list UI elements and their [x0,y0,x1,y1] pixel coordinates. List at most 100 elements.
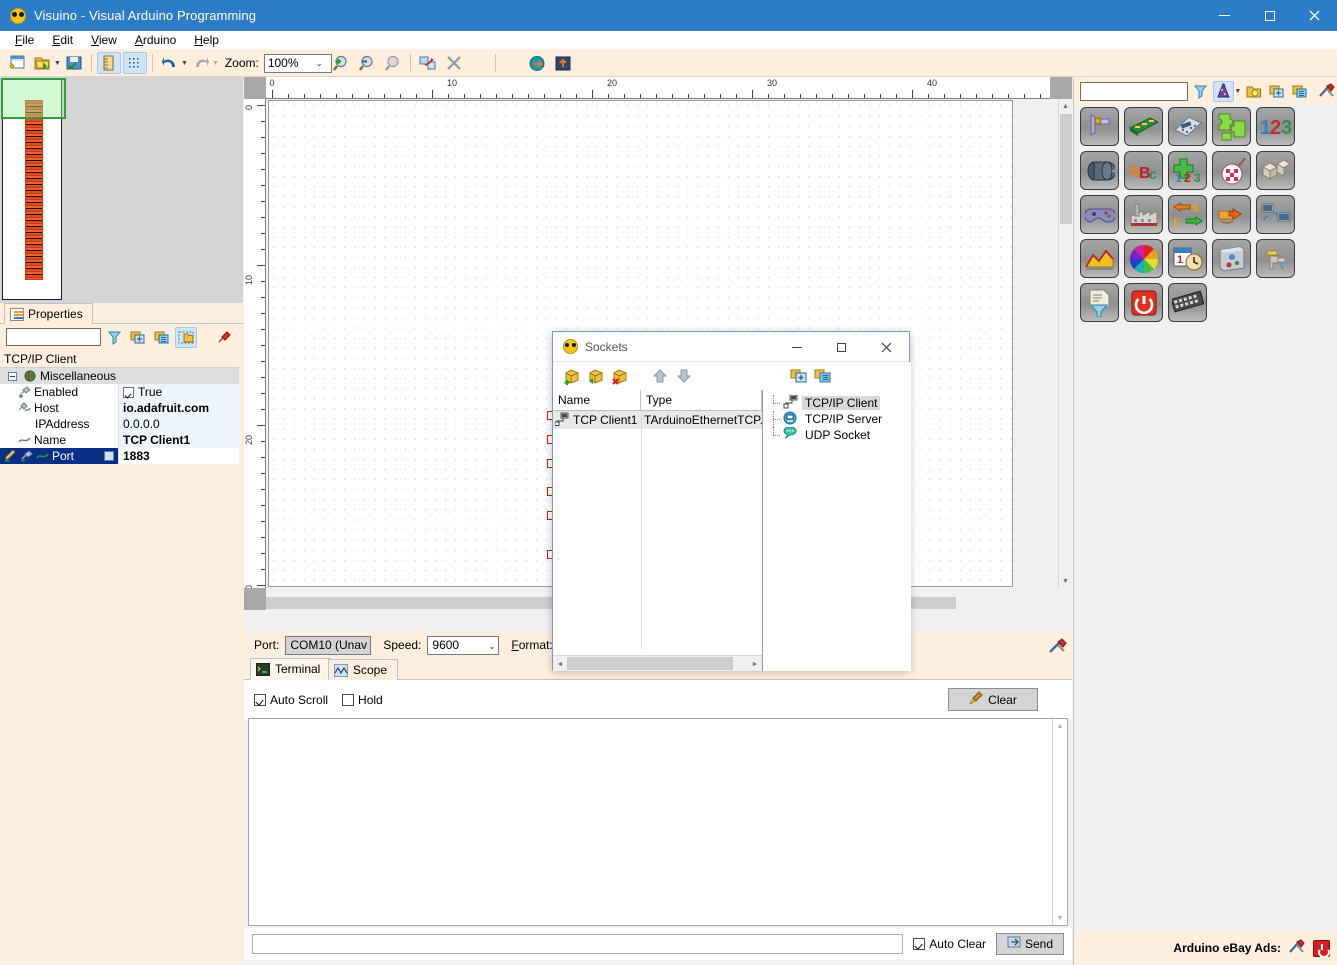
design-overview-minimap[interactable] [0,77,243,303]
property-expand-button[interactable] [104,451,114,461]
property-row-host[interactable]: Host io.adafruit.com [0,400,239,416]
property-value-host[interactable]: io.adafruit.com [118,400,239,416]
palette-category-random[interactable] [1212,151,1251,190]
auto-clear-checkbox[interactable]: Auto Clear [913,937,986,951]
speed-select[interactable]: 9600 ⌄ [427,636,499,655]
palette-category-packages[interactable] [1256,151,1295,190]
send-text-input[interactable] [252,934,903,954]
arduino-upload-icon[interactable] [525,52,549,74]
hscroll-thumb[interactable] [567,657,733,670]
maximize-button[interactable] [1247,0,1292,31]
folder-bulb-icon[interactable] [1243,81,1264,102]
wizard-caret-icon[interactable]: ▼ [1234,88,1241,95]
port-select[interactable]: COM10 (Unav ⌄ [285,636,371,655]
folder-dashed-icon[interactable] [175,327,197,348]
socket-type-tcp-client[interactable]: TCP/IP Client [769,395,911,411]
checkbox-box[interactable] [342,694,354,706]
palette-category-colors[interactable] [1124,239,1163,278]
collapse-list-icon[interactable] [811,365,833,387]
scroll-up-arrow[interactable]: ▲ [1053,719,1067,733]
checkbox-box[interactable] [913,938,925,950]
new-document-icon[interactable] [5,52,29,74]
grid-dots-icon[interactable] [123,52,147,74]
group-expander-icon[interactable] [8,372,17,381]
open-folder-icon[interactable] [31,52,55,74]
minimap-viewport-rect[interactable] [1,78,66,119]
send-button[interactable]: Send [996,933,1064,955]
palette-category-time[interactable]: 1 [1168,239,1207,278]
palette-search-input[interactable] [1080,82,1188,101]
property-filter-input[interactable] [6,328,101,346]
undo-caret-icon[interactable]: ▼ [181,60,188,67]
close-button[interactable] [1292,0,1337,31]
palette-category-numbers[interactable]: 123 [1256,107,1295,146]
sockets-list-row[interactable]: TCP Client1 TArduinoEthernetTCP. [553,411,762,429]
palette-category-text[interactable]: ABc [1124,151,1163,190]
menu-help[interactable]: Help [185,31,228,49]
open-caret-icon[interactable]: ▼ [54,60,61,67]
chevron-down-icon[interactable]: ⌄ [361,642,368,651]
enabled-checkbox[interactable] [123,387,134,398]
clear-terminal-button[interactable]: Clear [948,688,1038,711]
redo-arrow-icon[interactable] [189,52,213,74]
tab-terminal[interactable]: Terminal [250,658,331,680]
menu-edit[interactable]: Edit [43,31,82,49]
tab-scope[interactable]: Scope [328,659,398,680]
terminal-output-area[interactable]: ▲ ▼ [248,718,1068,926]
x-scissor-icon[interactable] [442,52,466,74]
minimize-button[interactable] [1202,0,1247,31]
property-row-name[interactable]: Name TCP Client1 [0,432,239,448]
chevron-down-icon[interactable]: ⌄ [489,642,496,651]
menu-view[interactable]: View [82,31,126,49]
palette-category-industrial[interactable] [1124,195,1163,234]
palette-category-motors[interactable] [1080,151,1119,190]
column-header-name[interactable]: Name [553,390,641,411]
socket-type-udp[interactable]: UDP Socket [769,427,911,443]
palette-category-integration[interactable] [1212,107,1251,146]
expand-grid-icon[interactable] [1266,81,1287,102]
tab-properties[interactable]: Properties [4,303,93,324]
sockets-minimize-button[interactable] [774,332,819,362]
collapse-list-icon[interactable] [1290,81,1311,102]
scroll-down-arrow[interactable]: ▼ [1059,574,1072,588]
canvas-vertical-scrollbar[interactable]: ▲ ▼ [1058,99,1072,588]
magnifier-plus-icon[interactable] [329,52,353,74]
hold-checkbox[interactable]: Hold [342,693,383,707]
scroll-down-arrow[interactable]: ▼ [1053,911,1067,925]
palette-category-add-numbers[interactable]: 213 [1168,151,1207,190]
box-delete-icon[interactable] [609,365,631,387]
property-value-port[interactable]: 1883 [118,448,239,464]
menu-file[interactable]: FFileile [6,31,43,49]
chevron-down-icon[interactable]: ⌄ [316,59,323,68]
scroll-left-arrow[interactable]: ◄ [553,657,567,671]
vscroll-thumb[interactable] [1060,114,1072,224]
scroll-up-arrow[interactable]: ▲ [1059,99,1072,113]
property-row-ipaddress[interactable]: IPAddress 0.0.0.0 [0,416,239,432]
alpha-list-icon[interactable] [151,327,173,348]
undo-arrow-icon[interactable] [158,52,182,74]
property-row-enabled[interactable]: Enabled True [0,384,239,400]
ruler-icon[interactable] [97,52,121,74]
sockets-maximize-button[interactable] [819,332,864,362]
palette-category-filters[interactable] [1080,283,1119,322]
wizard-hat-icon[interactable] [1213,81,1234,102]
socket-type-tcp-server[interactable]: TCP/IP Server [769,411,911,427]
build-arduino-icon[interactable] [416,52,440,74]
palette-category-displays[interactable] [1168,283,1207,322]
wrench-screwdriver-icon[interactable] [1317,81,1337,102]
scroll-right-arrow[interactable]: ► [748,657,762,671]
palette-category-sound[interactable] [1212,239,1251,278]
save-disk-icon[interactable] [62,52,86,74]
palette-category-power[interactable] [1212,195,1251,234]
expand-grid-icon[interactable] [787,365,809,387]
sockets-list-hscrollbar[interactable]: ◄ ► [553,655,762,671]
pushpin-icon[interactable] [213,327,235,348]
power-stop-icon[interactable] [1313,940,1330,957]
palette-category-charts[interactable] [1080,239,1119,278]
palette-category-measure[interactable] [1080,107,1119,146]
palette-category-gamepad[interactable] [1080,195,1119,234]
wrench-screwdriver-icon[interactable] [1288,939,1306,958]
category-grid-icon[interactable] [127,327,149,348]
chip-upload-icon[interactable] [551,52,575,74]
palette-category-converters[interactable]: $€ [1168,195,1207,234]
